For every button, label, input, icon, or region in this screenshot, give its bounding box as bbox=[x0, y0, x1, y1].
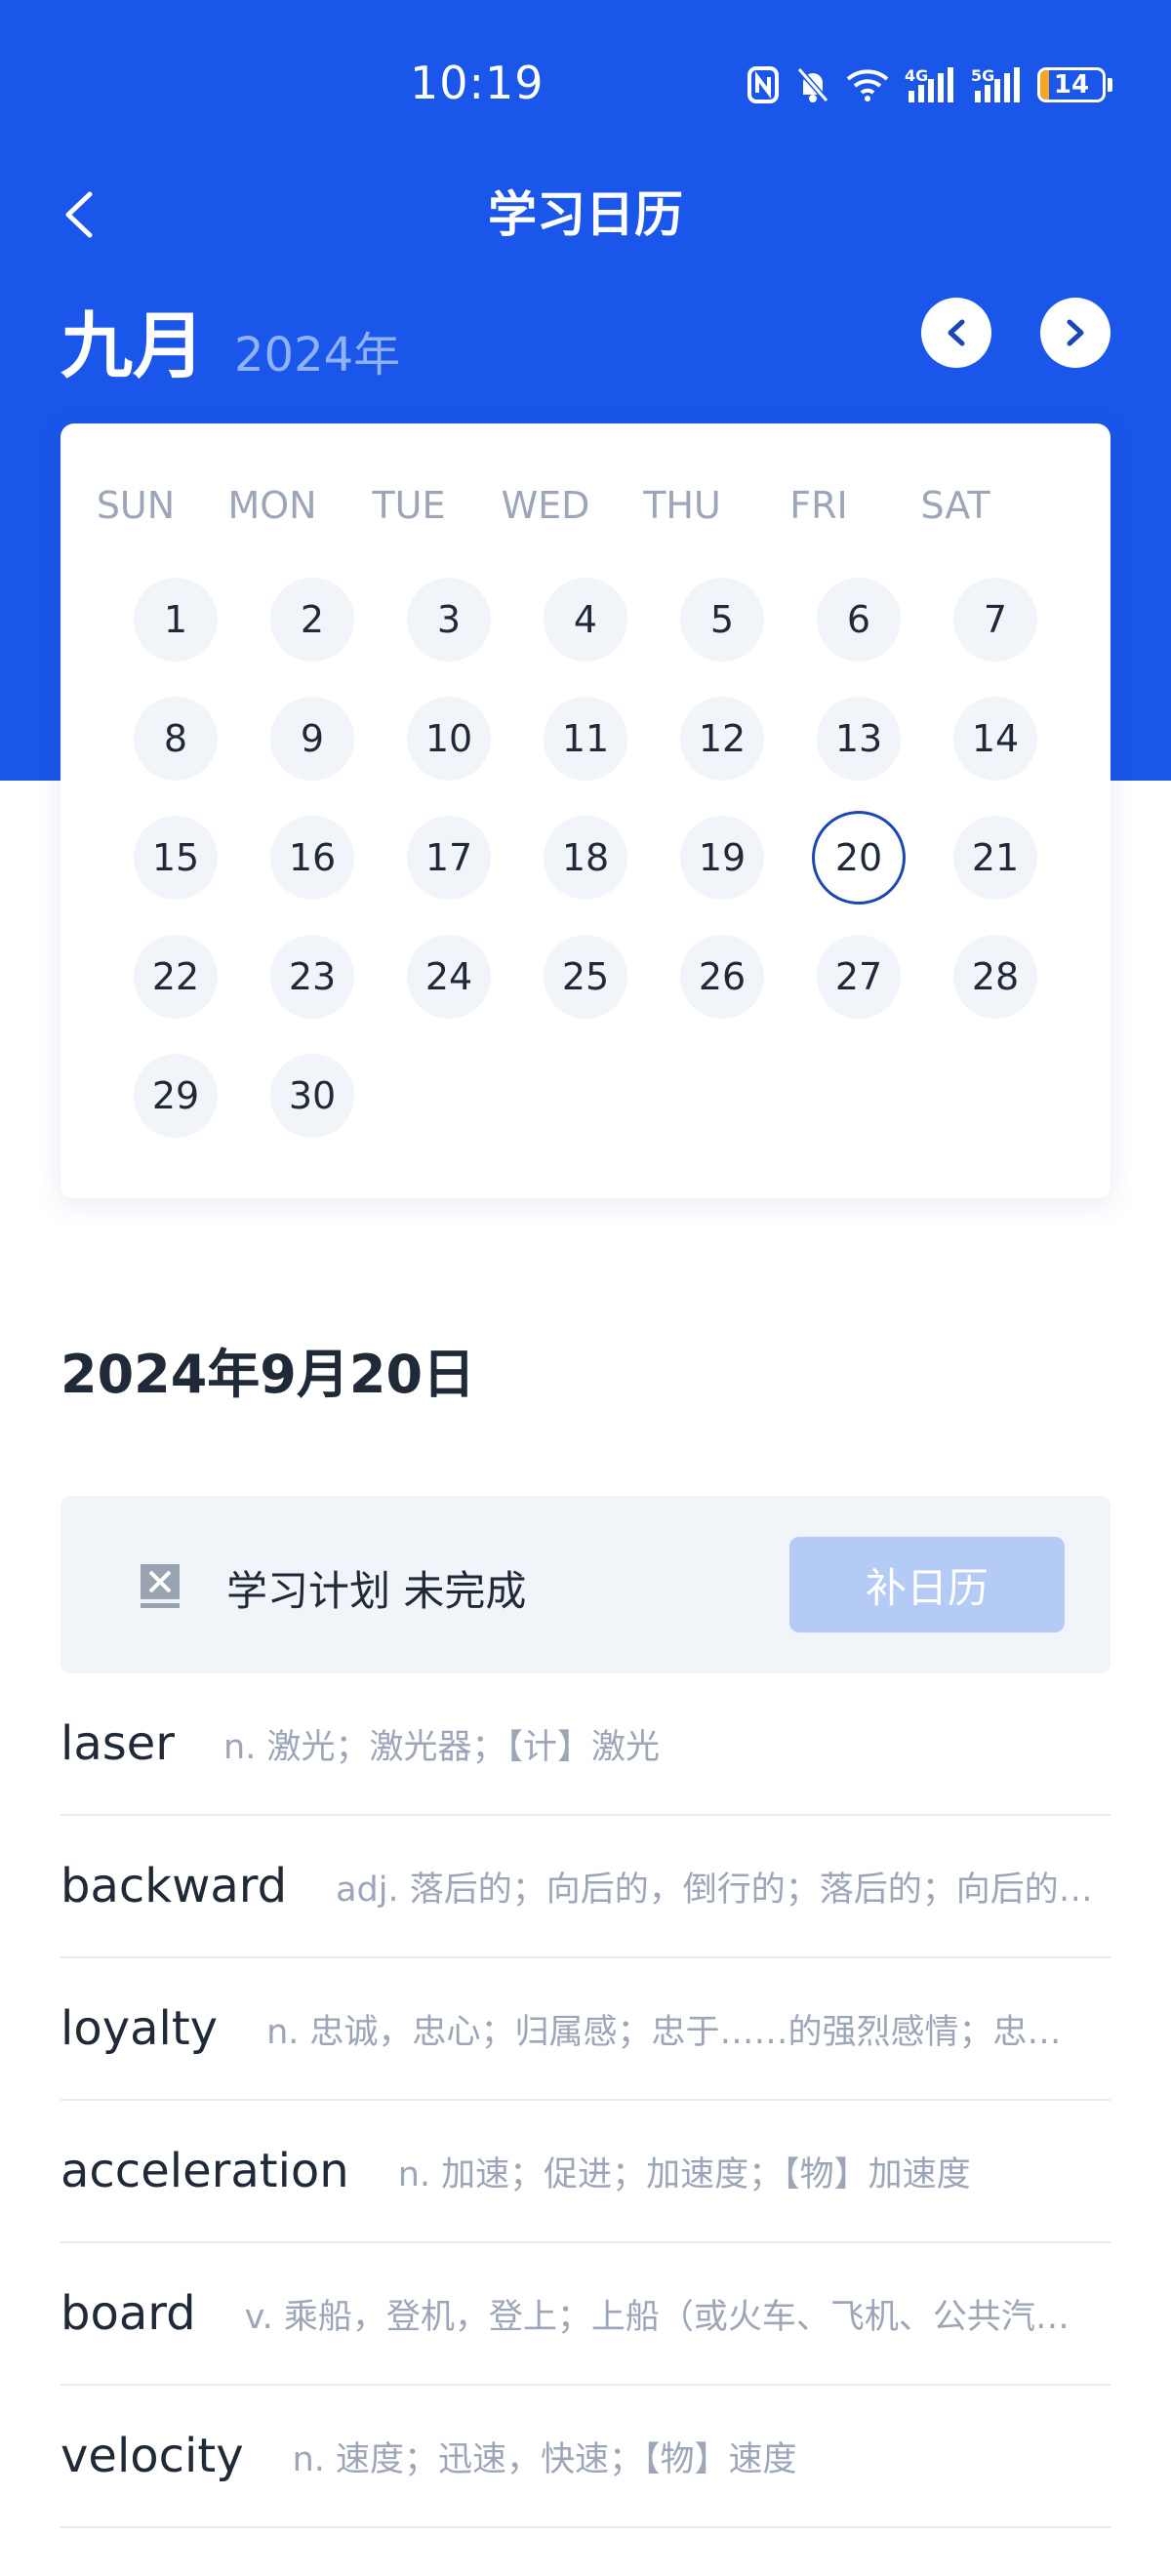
calendar-day[interactable]: 10 bbox=[407, 697, 491, 781]
calendar-day[interactable]: 16 bbox=[270, 816, 354, 900]
weekday-label: SUN bbox=[96, 484, 176, 527]
calendar-card: SUN MON TUE WED THU FRI SAT 1 2 3 4 5 6 7 8 9 10 11 12 13 1… bbox=[61, 423, 1110, 1198]
chevron-right-icon bbox=[1067, 319, 1084, 346]
word-definition: adj. 落后的；向后的，倒行的；落后的；向后的… bbox=[336, 1870, 1093, 1910]
calendar-day[interactable]: 4 bbox=[544, 578, 627, 662]
month-name: 九月 bbox=[61, 304, 205, 388]
calendar-day[interactable]: 18 bbox=[544, 816, 627, 900]
calendar-day[interactable]: 3 bbox=[407, 578, 491, 662]
word-term: loyalty bbox=[61, 2001, 219, 2056]
plan-status-text: 学习计划 未完成 bbox=[226, 1567, 527, 1615]
study-plan-status: 学习计划 未完成 补日历 bbox=[61, 1496, 1110, 1673]
incomplete-box-icon bbox=[141, 1564, 180, 1608]
month-header: 九月 2024年 bbox=[61, 288, 400, 392]
weekday-label: FRI bbox=[789, 484, 848, 527]
calendar-day[interactable]: 30 bbox=[270, 1054, 354, 1138]
calendar-day[interactable]: 27 bbox=[817, 935, 901, 1019]
word-list-item[interactable]: velocity n. 速度；迅速，快速；【物】速度 bbox=[61, 2386, 1110, 2528]
status-bar: 10:19 4G 5G 14 bbox=[0, 0, 1171, 166]
word-term: acceleration bbox=[61, 2144, 349, 2198]
selected-date-heading: 2024年9月20日 bbox=[61, 1344, 476, 1405]
word-definition: n. 忠诚，忠心；归属感；忠于……的强烈感情；忠… bbox=[266, 2012, 1062, 2052]
word-term: backward bbox=[61, 1859, 288, 1913]
word-term: laser bbox=[61, 1716, 176, 1771]
calendar-day[interactable]: 12 bbox=[680, 697, 764, 781]
next-month-button[interactable] bbox=[1040, 298, 1110, 368]
calendar-day[interactable]: 8 bbox=[134, 697, 218, 781]
month-year: 2024年 bbox=[234, 328, 401, 382]
calendar-day[interactable]: 1 bbox=[134, 578, 218, 662]
calendar-day[interactable]: 11 bbox=[544, 697, 627, 781]
nfc-icon bbox=[747, 65, 780, 104]
calendar-day[interactable]: 6 bbox=[817, 578, 901, 662]
mute-bell-icon bbox=[795, 65, 830, 104]
4g-label: 4G bbox=[905, 66, 928, 85]
weekday-label: MON bbox=[227, 484, 317, 527]
word-definition: v. 乘船，登机，登上；上船（或火车、飞机、公共汽… bbox=[244, 2297, 1070, 2337]
calendar-day[interactable]: 5 bbox=[680, 578, 764, 662]
battery-level: 14 bbox=[1053, 70, 1090, 100]
calendar-day[interactable]: 9 bbox=[270, 697, 354, 781]
page-title: 学习日历 bbox=[488, 186, 683, 243]
4g-signal-icon: 4G bbox=[905, 65, 955, 104]
word-definition: n. 激光；激光器；【计】激光 bbox=[223, 1727, 660, 1767]
battery-fill bbox=[1040, 70, 1049, 100]
5g-label: 5G bbox=[971, 66, 994, 85]
weekday-label: TUE bbox=[372, 484, 446, 527]
word-list-item[interactable]: loyalty n. 忠诚，忠心；归属感；忠于……的强烈感情；忠… bbox=[61, 1958, 1110, 2101]
calendar-day[interactable]: 7 bbox=[953, 578, 1037, 662]
word-list-item[interactable]: backward adj. 落后的；向后的，倒行的；落后的；向后的… bbox=[61, 1816, 1110, 1958]
calendar-day[interactable]: 23 bbox=[270, 935, 354, 1019]
word-list: laser n. 激光；激光器；【计】激光 backward adj. 落后的；向后的… bbox=[61, 1673, 1110, 2528]
status-time: 10:19 bbox=[410, 57, 545, 109]
calendar-day[interactable]: 22 bbox=[134, 935, 218, 1019]
word-definition: n. 加速；促进；加速度；【物】加速度 bbox=[397, 2154, 971, 2194]
word-definition: n. 速度；迅速，快速；【物】速度 bbox=[292, 2439, 797, 2479]
calendar-day-selected[interactable]: 20 bbox=[812, 811, 906, 905]
5g-signal-icon: 5G bbox=[971, 65, 1022, 104]
word-term: board bbox=[61, 2286, 196, 2341]
battery-icon: 14 bbox=[1037, 67, 1106, 102]
calendar-day[interactable]: 29 bbox=[134, 1054, 218, 1138]
calendar-day[interactable]: 24 bbox=[407, 935, 491, 1019]
word-term: velocity bbox=[61, 2429, 244, 2483]
weekday-label: SAT bbox=[920, 484, 990, 527]
word-list-item[interactable]: laser n. 激光；激光器；【计】激光 bbox=[61, 1673, 1110, 1816]
calendar-day[interactable]: 26 bbox=[680, 935, 764, 1019]
calendar-day[interactable]: 21 bbox=[953, 816, 1037, 900]
calendar-day[interactable]: 14 bbox=[953, 697, 1037, 781]
prev-month-button[interactable] bbox=[921, 298, 991, 368]
calendar-day[interactable]: 17 bbox=[407, 816, 491, 900]
makeup-calendar-button[interactable]: 补日历 bbox=[789, 1537, 1065, 1632]
calendar-day[interactable]: 2 bbox=[270, 578, 354, 662]
word-list-item[interactable]: acceleration n. 加速；促进；加速度；【物】加速度 bbox=[61, 2101, 1110, 2243]
status-icons: 4G 5G 14 bbox=[747, 62, 1112, 107]
weekday-header: SUN MON TUE WED THU FRI SAT bbox=[97, 484, 1092, 533]
battery-tip bbox=[1108, 78, 1112, 92]
chevron-left-icon bbox=[948, 319, 965, 346]
calendar-day[interactable]: 25 bbox=[544, 935, 627, 1019]
wifi-icon bbox=[846, 67, 889, 102]
weekday-label: WED bbox=[501, 484, 590, 527]
calendar-day[interactable]: 19 bbox=[680, 816, 764, 900]
calendar-day[interactable]: 13 bbox=[817, 697, 901, 781]
calendar-day[interactable]: 15 bbox=[134, 816, 218, 900]
weekday-label: THU bbox=[643, 484, 721, 527]
calendar-day[interactable]: 28 bbox=[953, 935, 1037, 1019]
word-list-item[interactable]: board v. 乘船，登机，登上；上船（或火车、飞机、公共汽… bbox=[61, 2243, 1110, 2386]
